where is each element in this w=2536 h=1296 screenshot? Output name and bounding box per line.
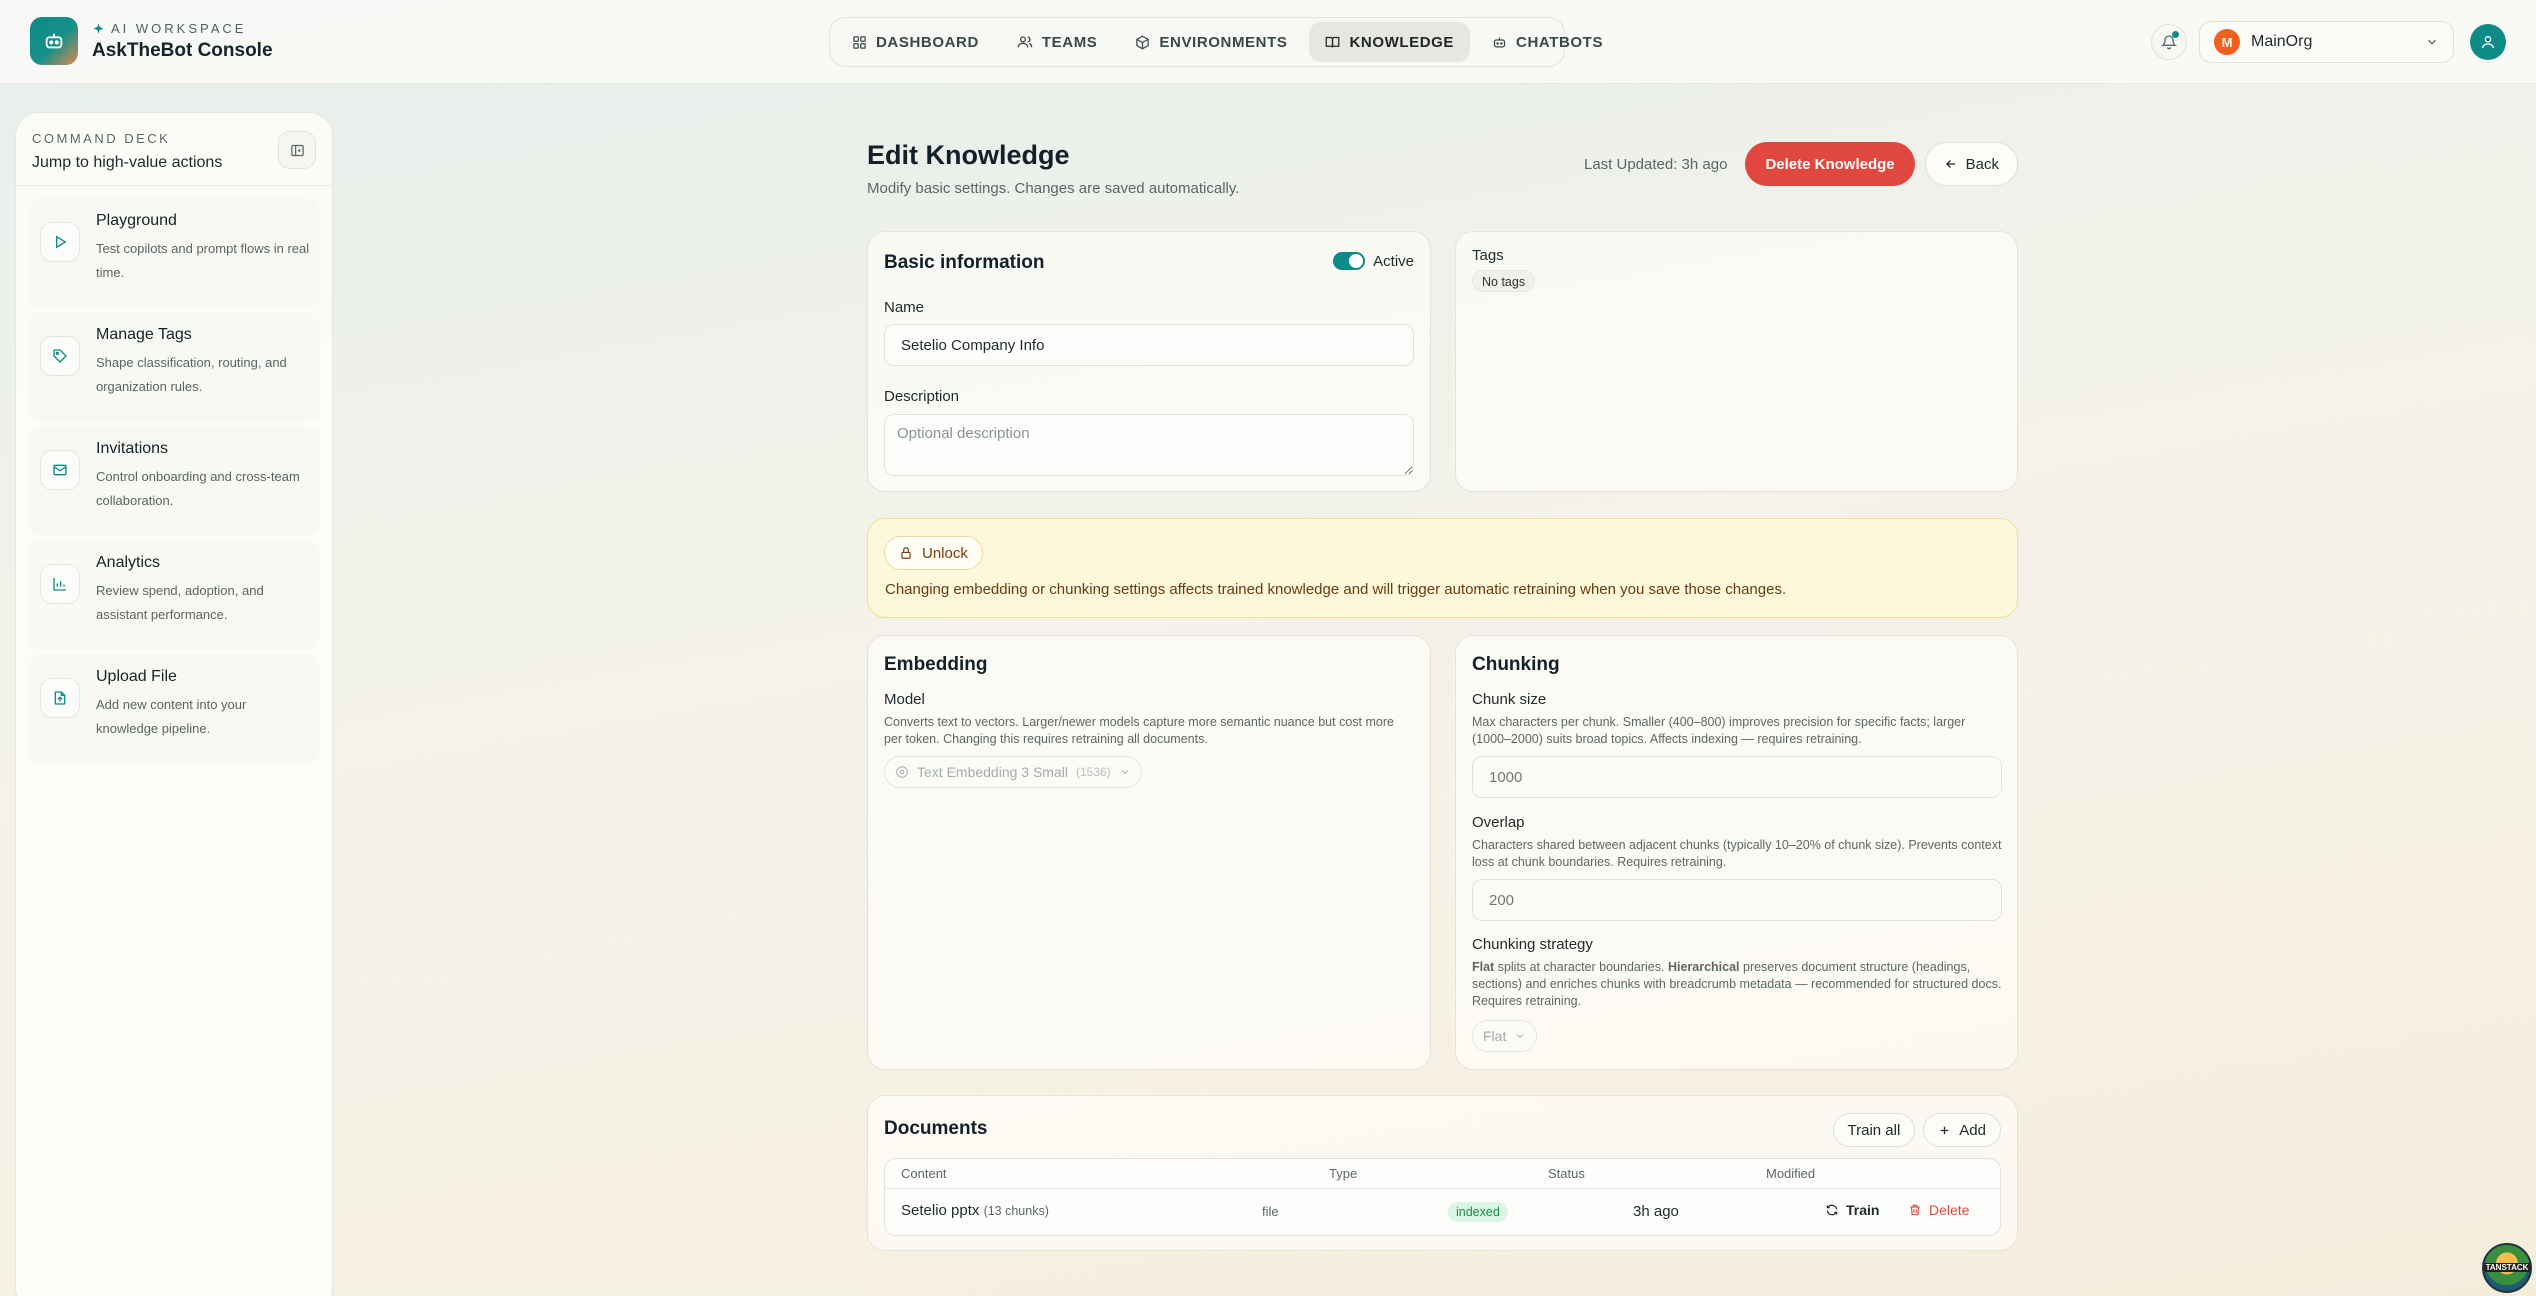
sidebar-header: COMMAND DECK Jump to high-value actions <box>16 113 332 186</box>
train-document-button[interactable]: Train <box>1825 1202 1879 1218</box>
sidebar-item-upload-file[interactable]: Upload File Add new content into your kn… <box>28 654 320 764</box>
org-name: MainOrg <box>2251 33 2313 50</box>
chunk-size-label: Chunk size <box>1472 691 1547 708</box>
tanstack-devtools-button[interactable]: TANSTACK <box>2482 1243 2532 1293</box>
no-tags-chip: No tags <box>1472 270 1536 292</box>
brand-title: AskTheBot Console <box>92 39 273 61</box>
table-row: Setelio pptx (13 chunks) file indexed 3h… <box>885 1189 2000 1235</box>
delete-document-button[interactable]: Delete <box>1908 1202 1969 1218</box>
sidebar-item-invitations[interactable]: Invitations Control onboarding and cross… <box>28 426 320 536</box>
brand[interactable]: AI WORKSPACE AskTheBot Console <box>30 17 273 65</box>
chevron-down-icon <box>1516 1034 1524 1039</box>
sidebar-item-analytics[interactable]: Analytics Review spend, adoption, and as… <box>28 540 320 650</box>
notice-text: Changing embedding or chunking settings … <box>885 581 1787 598</box>
sidebar-item-playground[interactable]: Playground Test copilots and prompt flow… <box>28 198 320 308</box>
last-updated: Last Updated: 3h ago <box>1583 155 1728 173</box>
back-button[interactable]: Back <box>1924 142 2018 186</box>
refresh-icon <box>1826 1204 1838 1216</box>
overlap-help: Characters shared between adjacent chunk… <box>1472 838 2002 869</box>
document-chunks: (13 chunks) <box>983 1204 1049 1218</box>
sidebar-subtitle: Jump to high-value actions <box>32 154 223 171</box>
basic-information-title: Basic information <box>884 252 1045 273</box>
name-input[interactable] <box>884 324 1414 366</box>
cube-icon <box>1136 35 1150 49</box>
grid-icon <box>853 35 866 49</box>
model-label: Model <box>884 691 925 708</box>
basic-information-card: Basic information Active Name Descriptio… <box>867 231 1431 492</box>
sparkle-icon <box>93 22 104 34</box>
active-toggle[interactable] <box>1333 252 1366 270</box>
mail-icon <box>40 450 80 490</box>
bar-chart-icon <box>40 564 80 604</box>
name-label: Name <box>884 299 925 316</box>
documents-table: Content Type Status Modified Setelio ppt… <box>884 1158 2001 1236</box>
chunking-strategy-select[interactable]: Flat <box>1472 1020 1538 1052</box>
brand-kicker: AI WORKSPACE <box>111 20 247 36</box>
chevron-down-icon <box>2428 39 2436 45</box>
plus-icon <box>1941 1126 1949 1134</box>
chunking-strategy-label: Chunking strategy <box>1472 936 1593 953</box>
arrow-left-icon <box>1945 160 1955 168</box>
add-document-button[interactable]: Add <box>1923 1113 2001 1147</box>
org-avatar: M <box>2214 29 2240 55</box>
sidebar-collapse-icon <box>290 144 304 156</box>
overlap-label: Overlap <box>1472 814 1525 831</box>
play-icon <box>40 222 80 262</box>
description-input[interactable] <box>884 414 1414 476</box>
chunking-card: Chunking Chunk size Max characters per c… <box>1455 635 2018 1070</box>
nav-teams[interactable]: TEAMS <box>1001 22 1114 62</box>
nav-environments[interactable]: ENVIRONMENTS <box>1119 22 1303 62</box>
status-badge: indexed <box>1448 1202 1508 1222</box>
nav-knowledge[interactable]: KNOWLEDGE <box>1309 22 1471 62</box>
top-bar: AI WORKSPACE AskTheBot Console DASHBOARD… <box>0 0 2536 84</box>
notification-dot <box>2172 31 2179 38</box>
tags-card: Tags No tags <box>1455 231 2018 492</box>
documents-table-header: Content Type Status Modified <box>885 1159 2000 1189</box>
chunking-title: Chunking <box>1472 654 1560 675</box>
org-selector[interactable]: M MainOrg <box>2199 21 2454 63</box>
document-type: file <box>1262 1204 1279 1219</box>
bot-logo-icon <box>30 17 78 65</box>
model-help: Converts text to vectors. Larger/newer m… <box>884 715 1394 746</box>
book-icon <box>1326 36 1340 48</box>
embedding-card: Embedding Model Converts text to vectors… <box>867 635 1431 1070</box>
collapse-sidebar-button[interactable] <box>278 131 316 169</box>
user-avatar-button[interactable] <box>2470 24 2506 60</box>
user-icon <box>2482 36 2494 49</box>
main-header: Edit Knowledge Modify basic settings. Ch… <box>867 140 2018 197</box>
tags-title: Tags <box>1472 247 1504 264</box>
documents-card: Documents Train all Add Content Type Sta… <box>867 1095 2018 1251</box>
retraining-notice: Unlock Changing embedding or chunking se… <box>867 518 2018 618</box>
embedding-model-select[interactable]: Text Embedding 3 Small (1536) <box>884 756 1142 788</box>
command-deck-sidebar: COMMAND DECK Jump to high-value actions … <box>15 112 333 1296</box>
sidebar-kicker: COMMAND DECK <box>32 131 171 146</box>
tag-icon <box>40 336 80 376</box>
train-all-button[interactable]: Train all <box>1832 1113 1916 1147</box>
chevron-down-icon <box>1121 770 1129 775</box>
notifications-button[interactable] <box>2151 24 2187 60</box>
embedding-title: Embedding <box>884 654 988 675</box>
trash-icon <box>1910 1204 1920 1216</box>
users-icon <box>1017 36 1033 48</box>
lock-icon <box>901 547 911 559</box>
nav-dashboard[interactable]: DASHBOARD <box>836 22 995 62</box>
bot-icon <box>1493 37 1506 47</box>
model-icon <box>896 766 908 778</box>
chunk-size-input[interactable] <box>1472 756 2002 798</box>
unlock-button[interactable]: Unlock <box>884 536 983 570</box>
document-name: Setelio pptx <box>901 1202 980 1219</box>
sidebar-item-manage-tags[interactable]: Manage Tags Shape classification, routin… <box>28 312 320 422</box>
chunking-strategy-help: Flat splits at character boundaries. Hie… <box>1472 960 2002 1008</box>
overlap-input[interactable] <box>1472 879 2002 921</box>
description-label: Description <box>884 388 960 405</box>
document-modified: 3h ago <box>1633 1203 1679 1220</box>
nav-chatbots[interactable]: CHATBOTS <box>1476 22 1619 62</box>
tanstack-label: TANSTACK <box>2484 1263 2530 1272</box>
chunk-size-help: Max characters per chunk. Smaller (400–8… <box>1472 715 1966 746</box>
active-label: Active <box>1373 252 1414 270</box>
main-nav: DASHBOARD TEAMS ENVIRONMENTS KNOWLEDGE C… <box>829 17 1602 67</box>
delete-knowledge-button[interactable]: Delete Knowledge <box>1745 142 1915 186</box>
documents-title: Documents <box>884 1118 988 1139</box>
file-upload-icon <box>40 678 80 718</box>
